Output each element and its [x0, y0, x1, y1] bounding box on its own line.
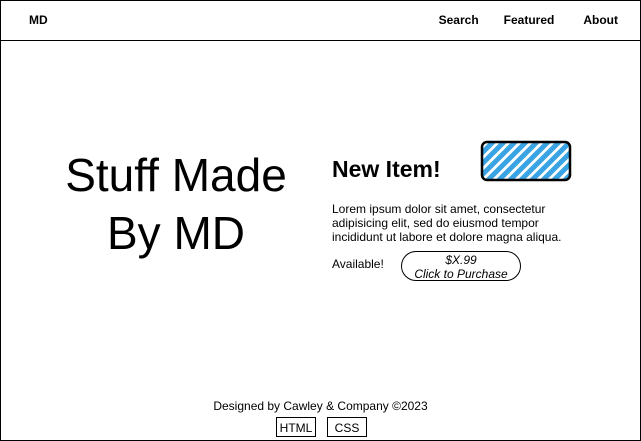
hero-title: Stuff Made By MD	[41, 146, 311, 262]
footer-credit: Designed by Cawley & Company ©2023	[213, 399, 428, 413]
nav-link-about[interactable]: About	[583, 13, 618, 27]
footer-link-html[interactable]: HTML	[276, 417, 316, 437]
item-image-placeholder-icon	[480, 140, 572, 182]
page: MD Search Featured About Stuff Made By M…	[0, 0, 641, 441]
price-label: $X.99	[445, 253, 477, 267]
nav-link-search[interactable]: Search	[439, 13, 479, 27]
top-nav: MD Search Featured About	[1, 1, 640, 41]
site-logo[interactable]: MD	[29, 13, 48, 27]
nav-links: Search Featured About	[439, 13, 618, 27]
footer-link-css[interactable]: CSS	[327, 417, 367, 437]
footer-links: HTML CSS	[276, 417, 367, 437]
nav-link-featured[interactable]: Featured	[504, 13, 555, 27]
purchase-button[interactable]: $X.99 Click to Purchase	[401, 251, 521, 281]
purchase-label: Click to Purchase	[414, 267, 508, 281]
new-item-heading: New Item!	[332, 156, 441, 182]
availability-label: Available!	[332, 257, 384, 271]
item-description: Lorem ipsum dolor sit amet, consectetur …	[332, 202, 562, 244]
hero-title-line-1: Stuff Made	[65, 149, 287, 201]
hero-title-line-2: By MD	[107, 207, 245, 259]
